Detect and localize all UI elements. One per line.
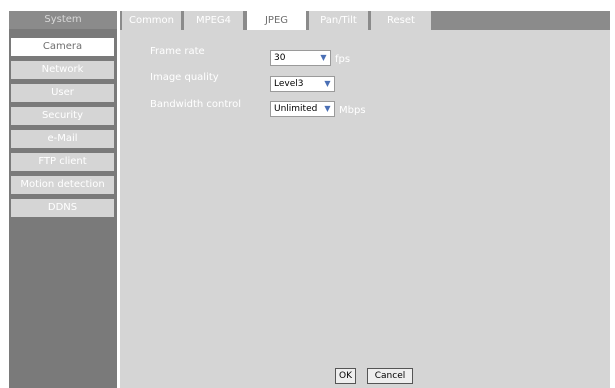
bandwidth-control-value: Unlimited (274, 104, 318, 114)
sidebar-item-ddns[interactable]: DDNS (11, 199, 114, 217)
frame-rate-label: Frame rate (150, 46, 205, 57)
bandwidth-control-label: Bandwidth control (150, 99, 242, 110)
ok-button[interactable]: OK (335, 368, 356, 384)
sidebar-item-ftp-client[interactable]: FTP client (11, 153, 114, 171)
sidebar-item-email[interactable]: e-Mail (11, 130, 114, 148)
sidebar-item-security[interactable]: Security (11, 107, 114, 125)
cancel-button[interactable]: Cancel (367, 368, 413, 384)
sidebar-item-motion-detection[interactable]: Motion detection (11, 176, 114, 194)
image-quality-label: Image quality (150, 72, 219, 83)
sidebar: System Camera Network User Security e-Ma… (9, 11, 117, 388)
tab-jpeg[interactable]: JPEG (247, 11, 306, 30)
bandwidth-control-select[interactable]: Unlimited ▼ (270, 101, 335, 117)
sidebar-item-network[interactable]: Network (11, 61, 114, 79)
frame-rate-unit: fps (335, 54, 351, 65)
tab-bar: Common MPEG4 JPEG Pan/Tilt Reset (120, 11, 610, 30)
bandwidth-unit: Mbps (339, 105, 366, 116)
image-quality-select[interactable]: Level3 ▼ (270, 76, 335, 92)
chevron-down-icon[interactable]: ▼ (322, 78, 333, 90)
frame-rate-value: 30 (274, 53, 286, 63)
sidebar-item-user[interactable]: User (11, 84, 114, 102)
chevron-down-icon[interactable]: ▼ (318, 52, 329, 64)
tab-common[interactable]: Common (122, 11, 181, 30)
chevron-down-icon[interactable]: ▼ (322, 103, 333, 115)
sidebar-item-camera[interactable]: Camera (11, 38, 114, 56)
tab-mpeg4[interactable]: MPEG4 (184, 11, 243, 30)
jpeg-settings-panel: Frame rate 30 ▼ fps Image quality Level3… (120, 30, 610, 388)
image-quality-value: Level3 (274, 79, 304, 89)
sidebar-header-system[interactable]: System (9, 11, 117, 29)
tab-reset[interactable]: Reset (371, 11, 431, 30)
frame-rate-select[interactable]: 30 ▼ (270, 50, 331, 66)
tab-pan-tilt[interactable]: Pan/Tilt (309, 11, 368, 30)
